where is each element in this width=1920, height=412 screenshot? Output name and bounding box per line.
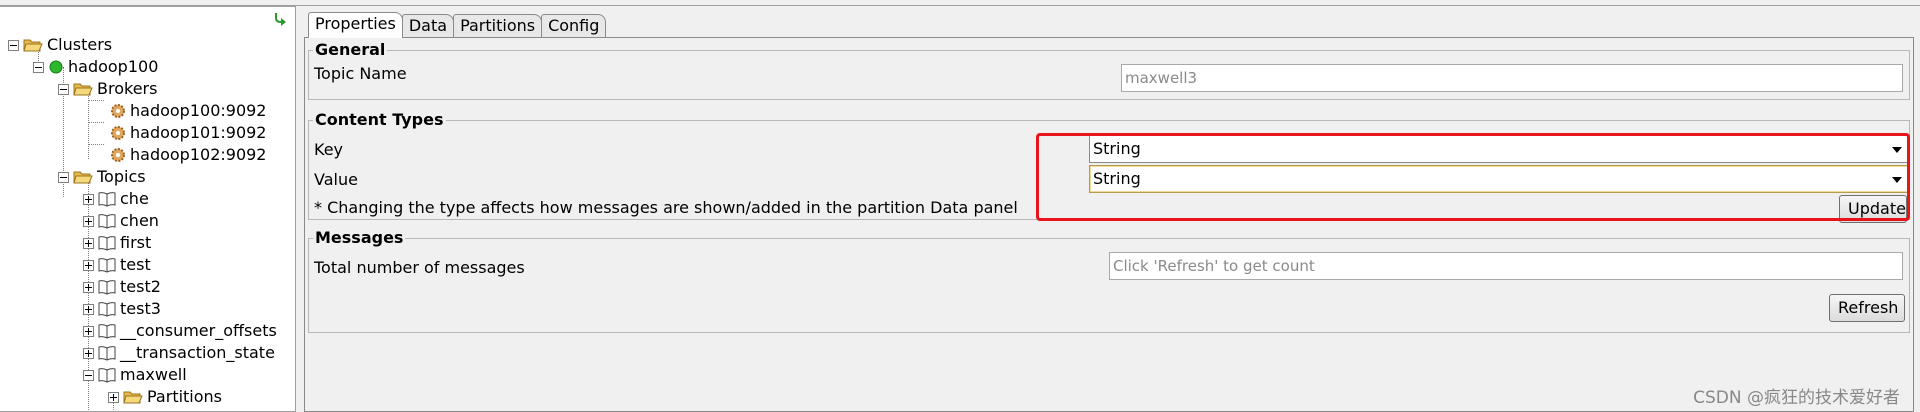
total-messages-label: Total number of messages: [314, 258, 525, 277]
tree-label: test2: [120, 277, 161, 296]
tree-label: __consumer_offsets: [120, 321, 277, 340]
tree-node-broker[interactable]: hadoop100:9092: [106, 100, 266, 122]
tree-label: Clusters: [47, 35, 113, 54]
tree-node-topic[interactable]: che: [83, 188, 149, 210]
tree-node-topic[interactable]: __consumer_offsets: [83, 320, 277, 342]
tree-node-topic[interactable]: test2: [83, 276, 161, 298]
collapse-toggle[interactable]: [58, 83, 69, 95]
tree-label: hadoop100: [68, 57, 159, 76]
message-count-field[interactable]: Click 'Refresh' to get count: [1109, 252, 1903, 280]
cluster-tree-panel: Clusters hadoop100 Brokers hadoop100:909…: [0, 6, 296, 412]
expand-toggle[interactable]: [83, 325, 94, 337]
expand-toggle[interactable]: [108, 391, 119, 403]
collapse-toggle[interactable]: [83, 369, 94, 381]
tree-node-topic[interactable]: test: [83, 254, 151, 276]
expand-toggle[interactable]: [83, 215, 94, 227]
topic-book-icon: [98, 236, 116, 251]
cluster-tree: Clusters hadoop100 Brokers hadoop100:909…: [0, 33, 295, 412]
collapse-toggle[interactable]: [33, 61, 44, 73]
expand-toggle[interactable]: [83, 347, 94, 359]
tree-node-broker[interactable]: hadoop102:9092: [106, 144, 266, 166]
open-folder-icon: [23, 39, 43, 52]
open-folder-icon: [123, 391, 143, 404]
tree-node-topic-maxwell[interactable]: maxwell: [83, 364, 187, 386]
tree-label: Brokers: [97, 79, 158, 98]
broker-gear-icon: [111, 104, 125, 118]
tree-label: hadoop100:9092: [130, 101, 267, 120]
tree-label: hadoop102:9092: [130, 145, 267, 164]
collapse-toggle[interactable]: [58, 171, 69, 183]
tab-properties[interactable]: Properties: [308, 12, 403, 38]
key-label: Key: [314, 140, 344, 159]
expand-toggle[interactable]: [83, 303, 94, 315]
tree-label: Topics: [97, 167, 146, 186]
properties-tab-content: General Topic Name maxwell3 Content Type…: [304, 37, 1914, 412]
tab-data[interactable]: Data: [401, 14, 455, 38]
refresh-tree-icon[interactable]: [273, 10, 289, 26]
tree-label: test3: [120, 299, 161, 318]
tree-label: chen: [120, 211, 159, 230]
topic-book-icon: [98, 302, 116, 317]
expand-toggle[interactable]: [83, 193, 94, 205]
open-folder-icon: [73, 171, 93, 184]
tree-node-clusters[interactable]: Clusters: [8, 34, 112, 56]
topic-book-icon: [98, 324, 116, 339]
tree-toolbar: [0, 7, 295, 29]
tree-node-cluster-hadoop100[interactable]: hadoop100: [33, 56, 158, 78]
tree-node-topic[interactable]: __transaction_state: [83, 342, 275, 364]
topic-book-icon: [98, 258, 116, 273]
value-label: Value: [314, 170, 358, 189]
tree-label: hadoop101:9092: [130, 123, 267, 142]
connected-status-icon: [49, 60, 63, 74]
topic-name-field[interactable]: maxwell3: [1121, 64, 1903, 92]
expand-toggle[interactable]: [83, 281, 94, 293]
tab-bar: Properties Data Partitions Config: [308, 12, 607, 38]
topic-book-icon: [98, 368, 116, 383]
general-group: General Topic Name maxwell3: [308, 40, 1910, 100]
tree-label: test: [120, 255, 151, 274]
group-title: Messages: [313, 228, 406, 248]
tab-partitions[interactable]: Partitions: [453, 14, 543, 38]
collapse-toggle[interactable]: [8, 39, 19, 51]
tree-node-topics[interactable]: Topics: [58, 166, 146, 188]
tree-node-broker[interactable]: hadoop101:9092: [106, 122, 266, 144]
group-title: General: [313, 40, 388, 60]
content-type-note: * Changing the type affects how messages…: [314, 198, 1018, 217]
tree-label: first: [120, 233, 152, 252]
topic-name-label: Topic Name: [314, 64, 407, 83]
messages-group: Messages Total number of messages Click …: [308, 228, 1910, 333]
annotation-highlight-box: [1036, 133, 1910, 221]
broker-gear-icon: [111, 148, 125, 162]
tree-node-brokers[interactable]: Brokers: [58, 78, 157, 100]
broker-gear-icon: [111, 126, 125, 140]
tab-config[interactable]: Config: [541, 14, 607, 38]
topic-book-icon: [98, 280, 116, 295]
tree-node-topic[interactable]: test3: [83, 298, 161, 320]
topic-book-icon: [98, 192, 116, 207]
expand-toggle[interactable]: [83, 259, 94, 271]
tree-label: che: [120, 189, 149, 208]
tree-label: __transaction_state: [120, 343, 275, 362]
refresh-button[interactable]: Refresh: [1829, 294, 1905, 322]
tree-node-topic[interactable]: chen: [83, 210, 159, 232]
topic-book-icon: [98, 214, 116, 229]
topic-book-icon: [98, 346, 116, 361]
group-title: Content Types: [313, 110, 446, 130]
tree-label: Partitions: [147, 387, 223, 406]
watermark: CSDN @疯狂的技术爱好者: [1693, 388, 1900, 408]
tree-label: maxwell: [120, 365, 187, 384]
open-folder-icon: [73, 83, 93, 96]
tree-node-partitions[interactable]: Partitions: [108, 386, 222, 408]
tree-node-topic[interactable]: first: [83, 232, 151, 254]
expand-toggle[interactable]: [83, 237, 94, 249]
